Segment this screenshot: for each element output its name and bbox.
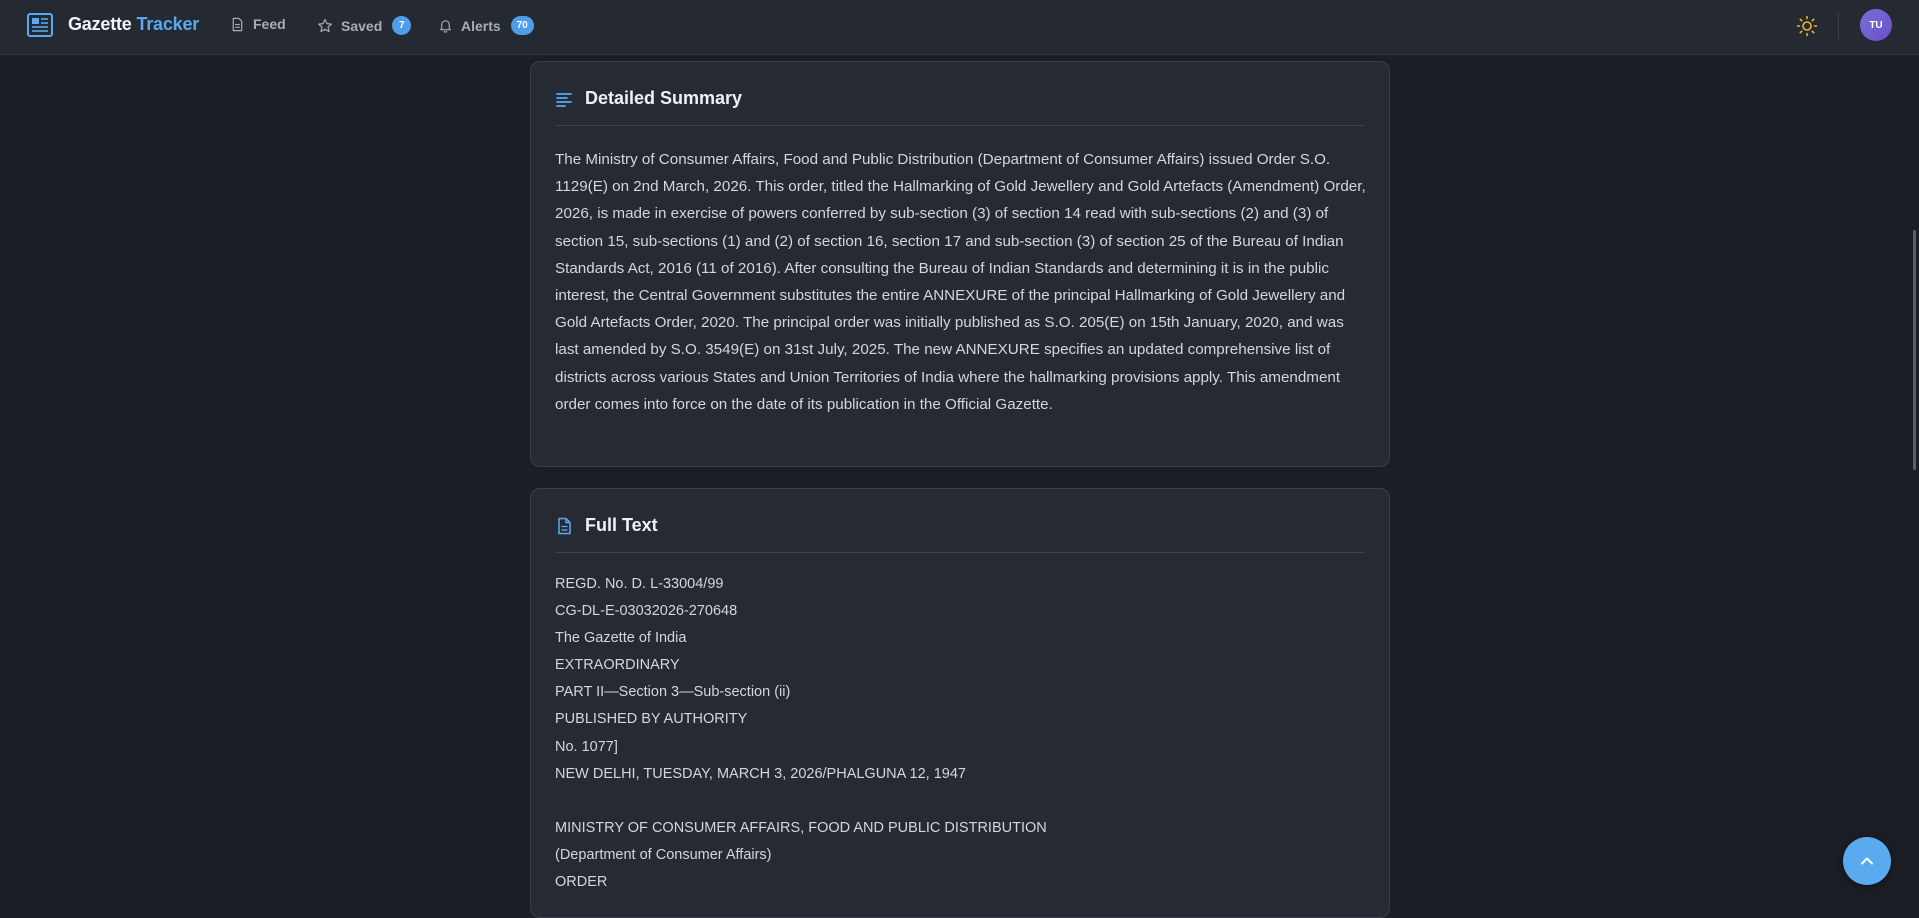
nav-alerts[interactable]: Alerts 70 bbox=[438, 16, 534, 35]
nav-feed[interactable]: Feed bbox=[230, 16, 286, 32]
full-text-line: REGD. No. D. L-33004/99 bbox=[555, 576, 724, 592]
sun-icon[interactable] bbox=[1796, 15, 1818, 37]
card-divider bbox=[555, 552, 1365, 553]
bell-icon bbox=[440, 20, 451, 33]
chevron-up-icon bbox=[1861, 857, 1873, 865]
full-text-line: NEW DELHI, TUESDAY, MARCH 3, 2026/PHALGU… bbox=[555, 765, 966, 782]
align-left-icon bbox=[556, 92, 572, 107]
nav-feed-label: Feed bbox=[253, 16, 286, 32]
star-icon bbox=[318, 18, 332, 32]
nav-saved[interactable]: Saved 7 bbox=[317, 16, 412, 35]
brand-title-part1: Gazette bbox=[68, 14, 132, 34]
saved-count-badge: 7 bbox=[392, 16, 412, 35]
brand-title-part2: Tracker bbox=[136, 14, 200, 34]
alerts-count-badge: 70 bbox=[510, 16, 534, 35]
brand-title[interactable]: Gazette Tracker bbox=[68, 14, 199, 35]
detailed-summary-title: Detailed Summary bbox=[585, 88, 743, 108]
full-text-line: MINISTRY OF CONSUMER AFFAIRS, FOOD AND P… bbox=[555, 819, 1047, 836]
full-text-card: Full Text REGD. No. D. L-33004/99 CG-DL-… bbox=[530, 488, 1390, 918]
document-icon bbox=[558, 517, 571, 534]
avatar[interactable]: TU bbox=[1860, 9, 1892, 41]
full-text-line: EXTRAORDINARY bbox=[555, 657, 680, 674]
top-navigation-bar: Gazette Tracker Feed Saved 7 Alerts 70 T… bbox=[0, 0, 1919, 55]
nav-saved-label: Saved bbox=[341, 17, 383, 34]
full-text-line: PART II—Section 3—Sub-section (ii) bbox=[555, 684, 791, 701]
full-text-title: Full Text bbox=[585, 515, 658, 535]
detailed-summary-card: Detailed Summary The Ministry of Consume… bbox=[530, 61, 1390, 467]
full-text-line: ORDER bbox=[555, 874, 608, 891]
newspaper-logo-icon[interactable] bbox=[26, 11, 54, 39]
full-text-line: No. 1077] bbox=[555, 738, 618, 755]
summary-paragraph: The Ministry of Consumer Affairs, Food a… bbox=[555, 151, 1366, 413]
scroll-to-top-button[interactable] bbox=[1843, 837, 1891, 885]
full-text-line: PUBLISHED BY AUTHORITY bbox=[555, 711, 748, 728]
full-text-line: The Gazette of India bbox=[555, 630, 687, 647]
full-text-header: Full Text bbox=[555, 515, 1365, 536]
card-divider bbox=[555, 125, 1365, 126]
nav-alerts-label: Alerts bbox=[461, 17, 501, 34]
detailed-summary-header: Detailed Summary bbox=[555, 88, 1365, 109]
full-text-line: (Department of Consumer Affairs) bbox=[555, 846, 772, 863]
full-text-line: CG-DL-E-03032026-270648 bbox=[555, 603, 738, 620]
scrollbar-thumb[interactable] bbox=[1913, 230, 1916, 470]
full-text-body: REGD. No. D. L-33004/99 CG-DL-E-03032026… bbox=[555, 571, 1367, 896]
file-icon bbox=[232, 17, 243, 31]
header-divider bbox=[1838, 13, 1839, 39]
full-text-line bbox=[555, 788, 1367, 815]
